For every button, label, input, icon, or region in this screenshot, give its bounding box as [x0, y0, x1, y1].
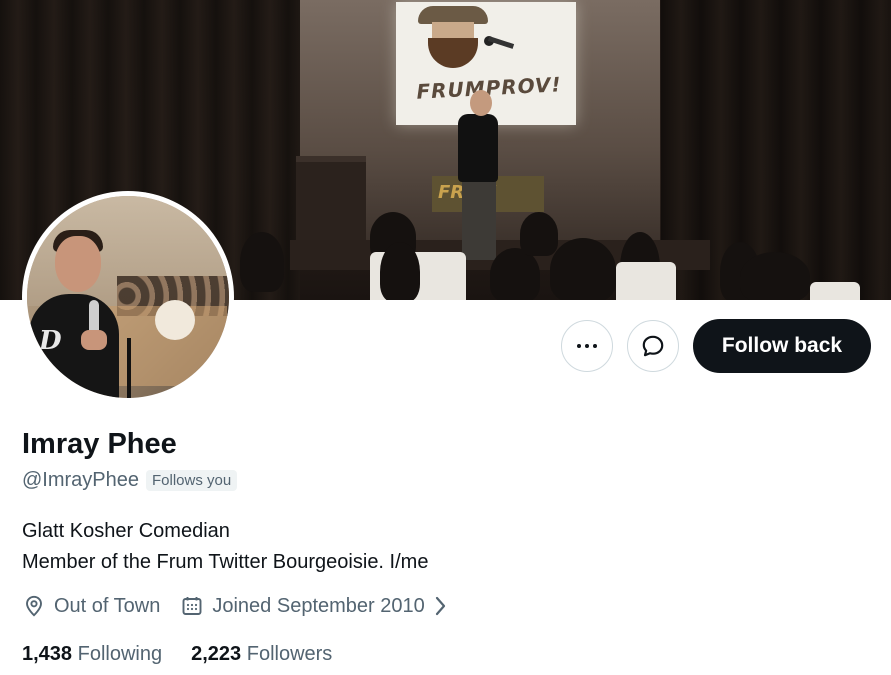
location-item: Out of Town	[22, 594, 160, 618]
more-options-button[interactable]	[561, 320, 613, 372]
profile-meta: Out of Town Joined September 2010	[22, 594, 469, 618]
followers-count: 2,223	[191, 643, 242, 665]
ellipsis-icon	[577, 344, 597, 348]
calendar-icon	[182, 597, 202, 615]
profile-avatar[interactable]: D	[22, 191, 234, 403]
handle-row: @ImrayPhee Follows you	[22, 469, 238, 492]
profile-display-name: Imray Phee	[22, 428, 177, 460]
banner-audience	[220, 212, 891, 300]
message-button[interactable]	[627, 320, 679, 372]
joined-date-item[interactable]: Joined September 2010	[180, 594, 448, 618]
follows-you-badge: Follows you	[146, 470, 238, 491]
following-count: 1,438	[22, 643, 73, 665]
following-link[interactable]: 1,438 Following	[22, 643, 162, 666]
followers-label: Followers	[246, 643, 333, 665]
profile-bio: Glatt Kosher Comedian Member of the Frum…	[22, 516, 428, 578]
location-text: Out of Town	[54, 594, 161, 617]
message-bubble-icon	[642, 335, 664, 357]
banner-performer	[458, 114, 498, 182]
following-label: Following	[77, 643, 163, 665]
profile-handle: @ImrayPhee	[22, 469, 140, 491]
profile-page: FRUMPROV! FRUM	[0, 0, 891, 675]
follow-back-button[interactable]: Follow back	[693, 319, 871, 373]
chevron-right-icon	[435, 596, 445, 616]
bio-line: Member of the Frum Twitter Bourgeoisie. …	[22, 551, 429, 573]
followers-link[interactable]: 2,223 Followers	[191, 643, 332, 666]
profile-stats: 1,438 Following 2,223 Followers	[22, 643, 361, 666]
joined-date-text: Joined September 2010	[212, 594, 425, 617]
bio-line: Glatt Kosher Comedian	[22, 520, 230, 542]
avatar-photo: D	[27, 196, 229, 398]
location-pin-icon	[26, 595, 42, 617]
